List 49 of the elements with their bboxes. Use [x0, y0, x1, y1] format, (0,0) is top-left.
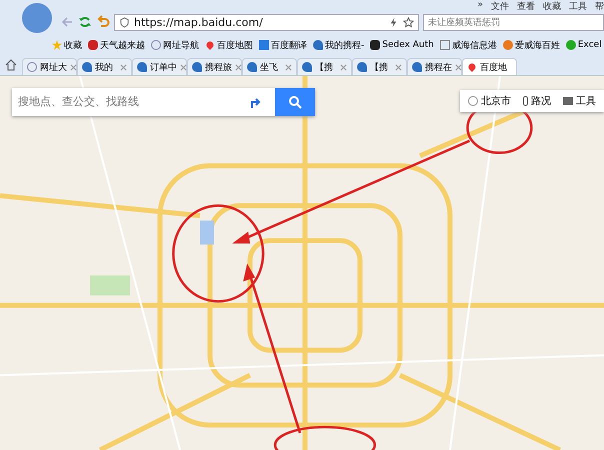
browser-tab[interactable]: 携程在 — [407, 58, 462, 75]
undo-icon[interactable] — [96, 15, 110, 29]
search-button[interactable] — [275, 88, 315, 116]
menu-item[interactable]: 查看 — [517, 0, 535, 12]
browser-tab[interactable]: 我的 — [77, 58, 132, 75]
search-field[interactable]: 未让座频英语惩罚 — [423, 14, 604, 30]
close-icon[interactable] — [340, 64, 347, 70]
search-icon — [288, 95, 302, 109]
map-search-bar[interactable]: 搜地点、查公交、找路线 — [12, 88, 315, 116]
browser-tab[interactable]: 携程旅 — [187, 58, 242, 75]
menu-item[interactable]: 工具 — [569, 0, 587, 12]
map-tool-button[interactable]: 路况 — [523, 94, 551, 108]
shield-icon — [119, 16, 130, 28]
bookmark-item[interactable]: 百度翻译 — [259, 38, 307, 52]
menu-item[interactable]: » — [477, 0, 483, 12]
close-icon[interactable] — [70, 64, 77, 70]
map-tool-button[interactable]: 工具 — [563, 94, 596, 108]
lightning-icon[interactable] — [388, 16, 399, 28]
menu-item[interactable]: 帮 — [595, 0, 604, 12]
browser-tab[interactable]: 【携 — [297, 58, 352, 75]
close-icon[interactable] — [395, 64, 402, 70]
home-icon[interactable] — [4, 58, 18, 72]
bookmark-item[interactable]: 我的携程- — [313, 38, 364, 52]
bookmark-item[interactable]: 网址导航 — [151, 38, 199, 52]
address-field[interactable]: https://map.baidu.com/ — [114, 14, 419, 30]
bookmark-item[interactable]: 威海信息港 — [440, 38, 497, 52]
close-icon[interactable] — [120, 64, 127, 70]
browser-tab[interactable]: 百度地 — [462, 58, 517, 75]
menu-item[interactable]: 收藏 — [543, 0, 561, 12]
bookmark-item[interactable]: 百度地图 — [205, 38, 253, 52]
bookmark-item[interactable]: 天气越来越 — [88, 38, 145, 52]
close-icon[interactable] — [180, 64, 187, 70]
browser-tab[interactable]: 网址大 — [22, 58, 77, 75]
map-tool-button[interactable]: 北京市 — [468, 94, 511, 108]
browser-tab[interactable]: 【携 — [352, 58, 407, 75]
browser-tab[interactable]: 订单中 — [132, 58, 187, 75]
browser-tab[interactable]: 坐飞 — [242, 58, 297, 75]
close-icon[interactable] — [455, 64, 462, 70]
browser-logo-icon[interactable] — [22, 3, 52, 33]
refresh-icon[interactable] — [78, 15, 92, 29]
bookmark-item[interactable]: Sedex Auth — [370, 40, 434, 50]
close-icon[interactable] — [285, 64, 292, 70]
bookmark-item[interactable]: 爱威海百姓 — [502, 38, 560, 52]
bookmark-item[interactable]: Excel — [566, 40, 602, 50]
star-icon[interactable] — [403, 16, 414, 28]
bookmark-item[interactable]: 收藏 — [52, 38, 82, 52]
menu-item[interactable]: 文件 — [491, 0, 509, 12]
close-icon[interactable] — [235, 64, 242, 70]
back-arrow-icon[interactable] — [60, 15, 74, 29]
